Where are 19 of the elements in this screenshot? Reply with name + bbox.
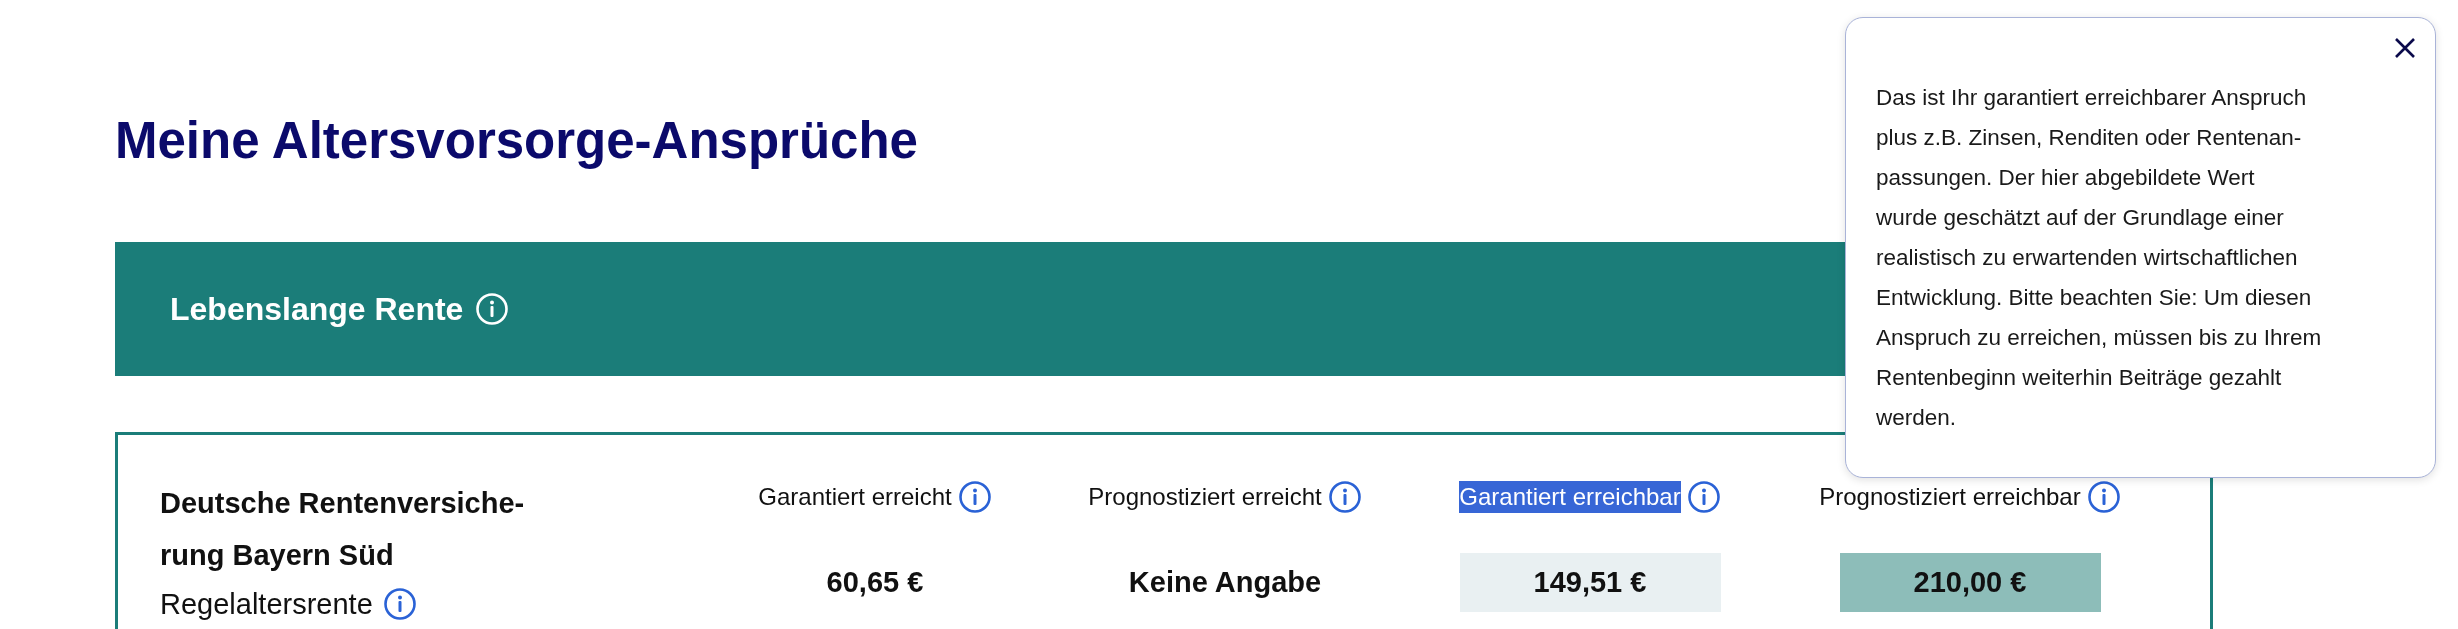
amount-value: 149,51 €	[1459, 553, 1721, 612]
amount-value: Keine Angabe	[1128, 565, 1322, 600]
column-label: Garantiert erreichbar	[1459, 481, 1681, 513]
amount-value: 210,00 €	[1839, 553, 2101, 612]
column-label: Prognostiziert erreicht	[1088, 482, 1322, 512]
section-title: Lebenslange Rente	[170, 290, 464, 328]
info-icon[interactable]	[957, 480, 992, 514]
page-title: Meine Altersvorsorge-Ansprüche	[115, 111, 918, 171]
info-icon[interactable]	[1686, 480, 1721, 514]
amount-value: 60,65 €	[826, 565, 924, 600]
pension-type: Regelaltersrente	[160, 587, 373, 621]
tooltip-text: Das ist Ihr garantiert erreichbarer Anspruch plus z.B. Zinsen, Renditen oder Rentenan- passungen. Der hier abgebildete Wert wurde geschätzt auf der Grundlage einer realistisch zu erwartenden wirtschaftlichen Entwicklung. Bitte beachten Sie: Um diesen Anspruch zu erreichen, müssen bis zu Ihrem Rentenbeginn weiterhin Beiträge gezahlt werden.	[1876, 84, 2323, 432]
column-label: Garantiert erreicht	[758, 482, 952, 512]
info-icon[interactable]	[382, 587, 417, 621]
info-icon[interactable]	[1327, 480, 1362, 514]
close-icon[interactable]	[2393, 36, 2417, 60]
info-icon[interactable]	[2086, 480, 2121, 514]
provider-name: Deutsche Rentenversiche- rung Bayern Süd	[160, 486, 526, 573]
column-label: Prognostiziert erreichbar	[1819, 482, 2081, 512]
